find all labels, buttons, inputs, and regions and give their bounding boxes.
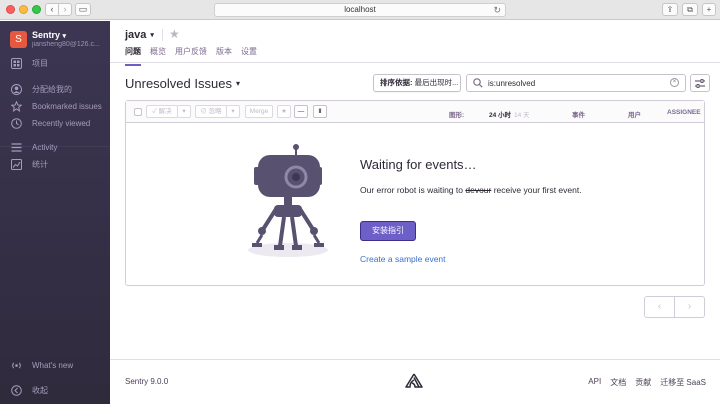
chevron-down-icon: ▾ <box>235 79 240 88</box>
empty-state-title: Waiting for events… <box>360 157 477 172</box>
issue-actions-toolbar: ✓ 解决 ▾ ⊘ 忽略 ▾ Merge ★ — ‖ 图形: 24 小时 14 天… <box>126 101 704 123</box>
footer-link-api[interactable]: API <box>588 377 601 388</box>
share-icon[interactable]: ⇪ <box>662 3 678 16</box>
sidebar-item-label: Activity <box>32 143 58 152</box>
graph-14d-toggle[interactable]: 14 天 <box>514 109 530 119</box>
sliders-icon <box>695 78 705 88</box>
address-bar[interactable]: localhost ↻ <box>214 3 506 17</box>
sidebar-item-stats[interactable]: 统计 <box>11 159 48 170</box>
collapse-icon <box>11 385 22 396</box>
sidebar-item-label: Bookmarked issues <box>32 102 102 111</box>
reload-icon[interactable]: ↻ <box>493 4 501 16</box>
ignore-dropdown-button[interactable]: ▾ <box>226 105 240 118</box>
sidebar-item-bookmarked[interactable]: Bookmarked issues <box>11 101 102 112</box>
stats-icon <box>11 159 22 170</box>
empty-state-description: Our error robot is waiting to devour rec… <box>360 185 582 195</box>
footer-version: Sentry 9.0.0 <box>125 377 169 386</box>
project-tabs: 问题 概览 用户反馈 版本 设置 <box>125 46 266 66</box>
sidebar-item-label: 项目 <box>32 59 48 68</box>
sort-dropdown[interactable]: 排序依据: 最后出现时... <box>373 74 461 92</box>
next-page-button[interactable]: › <box>674 296 705 318</box>
project-name: java <box>125 29 147 41</box>
header-separator <box>162 29 163 41</box>
back-button[interactable]: ‹ <box>45 3 59 16</box>
sidebar-item-assigned[interactable]: 分配给我的 <box>11 84 72 95</box>
sentry-logo-icon[interactable] <box>405 373 423 388</box>
sidebar-item-projects[interactable]: 项目 <box>11 58 48 69</box>
ignore-button[interactable]: ⊘ 忽略 <box>195 105 227 118</box>
waiting-robot-illustration <box>248 144 328 257</box>
graph-column-label: 图形: <box>449 112 465 119</box>
footer-link-migrate-saas[interactable]: 迁移至 SaaS <box>660 377 706 388</box>
sidebar-item-label: Recently viewed <box>32 119 91 128</box>
sidebar-item-label: 收起 <box>32 386 48 395</box>
forward-button[interactable]: › <box>58 3 72 16</box>
saved-search-selector[interactable]: Unresolved Issues ▾ <box>125 76 240 91</box>
header-divider <box>110 62 720 63</box>
search-box: × <box>466 74 686 92</box>
assignee-column-header: ASSIGNEE <box>667 109 701 116</box>
sidebar-item-whats-new[interactable]: What's new <box>11 360 73 371</box>
install-instructions-button[interactable]: 安装指引 <box>360 221 416 241</box>
pause-icon[interactable]: ‖ <box>313 105 327 118</box>
chevron-down-icon: ▾ <box>62 33 67 40</box>
select-all-checkbox[interactable] <box>134 108 142 116</box>
bookmark-star-icon[interactable]: ★ <box>277 105 291 118</box>
resolve-button[interactable]: ✓ 解决 <box>146 105 178 118</box>
sidebar-item-label: What's new <box>32 361 74 370</box>
org-avatar[interactable]: S <box>10 31 27 48</box>
resolve-dropdown-button[interactable]: ▾ <box>177 105 191 118</box>
merge-button[interactable]: Merge <box>245 105 273 118</box>
sidebar-item-label: 统计 <box>32 160 48 169</box>
sidebar-collapse-button[interactable]: 收起 <box>11 385 48 396</box>
browser-toolbar: ‹ › ▭ localhost ↻ ⇪ ⧉ + <box>0 0 720 20</box>
tab-overview[interactable]: 概览 <box>150 46 166 66</box>
graph-24h-toggle[interactable]: 24 小时 <box>489 109 511 119</box>
bookmark-star-icon[interactable]: ★ <box>169 27 180 41</box>
sidebar-item-activity[interactable]: Activity <box>11 142 57 153</box>
sidebar-item-recent[interactable]: Recently viewed <box>11 118 90 129</box>
create-sample-event-link[interactable]: Create a sample event <box>360 254 446 264</box>
tabs-overview-icon[interactable]: ⧉ <box>682 3 698 16</box>
clear-search-icon[interactable]: × <box>670 78 679 87</box>
projects-icon <box>11 58 22 69</box>
previous-page-button[interactable]: ‹ <box>644 296 675 318</box>
events-column-header: 事件 <box>572 112 585 119</box>
new-tab-button[interactable]: + <box>702 3 716 16</box>
chevron-down-icon: ▾ <box>150 32 154 39</box>
users-column-header: 用户 <box>628 112 641 119</box>
footer-links: API 文档 贡献 迁移至 SaaS <box>579 377 706 388</box>
sidebar: S Sentry ▾ jiansheng80@126.c... 项目 分配给我的… <box>0 21 110 404</box>
activity-icon <box>11 142 22 153</box>
close-window-button[interactable] <box>6 5 15 14</box>
search-icon <box>473 78 483 88</box>
org-email: jiansheng80@126.c... <box>32 41 100 48</box>
sort-label: 排序依据: <box>380 78 413 87</box>
star-icon <box>11 101 22 112</box>
tab-releases[interactable]: 版本 <box>216 46 232 66</box>
maximize-window-button[interactable] <box>32 5 41 14</box>
footer-link-contribute[interactable]: 贡献 <box>635 377 651 388</box>
user-icon <box>11 84 22 95</box>
tab-settings[interactable]: 设置 <box>241 46 257 66</box>
url-text: localhost <box>344 5 376 14</box>
broadcast-icon <box>11 360 22 371</box>
sidebar-toggle-icon[interactable]: ▭ <box>75 3 91 16</box>
page-title: Unresolved Issues <box>125 76 232 91</box>
org-name[interactable]: Sentry ▾ <box>32 30 66 40</box>
sort-value: 最后出现时... <box>414 78 459 87</box>
sidebar-item-label: 分配给我的 <box>32 85 72 94</box>
search-settings-button[interactable] <box>690 74 710 92</box>
tab-user-feedback[interactable]: 用户反馈 <box>175 46 207 66</box>
search-input[interactable] <box>488 78 668 88</box>
tab-issues[interactable]: 问题 <box>125 46 141 66</box>
more-actions-button[interactable]: — <box>294 105 308 118</box>
footer-divider <box>110 359 720 360</box>
clock-icon <box>11 118 22 129</box>
minimize-window-button[interactable] <box>19 5 28 14</box>
project-selector[interactable]: java ▾ <box>125 29 154 41</box>
footer-link-docs[interactable]: 文档 <box>610 377 626 388</box>
